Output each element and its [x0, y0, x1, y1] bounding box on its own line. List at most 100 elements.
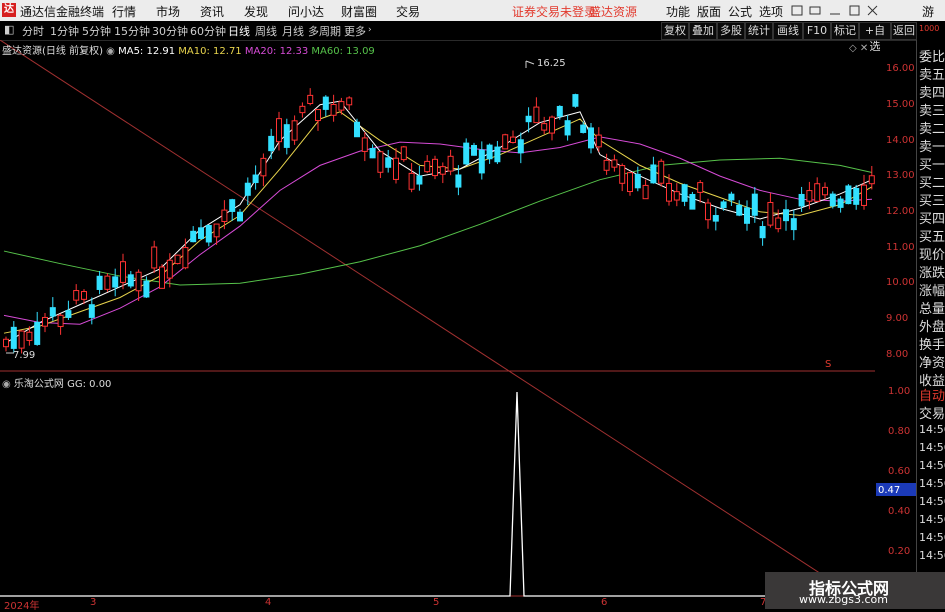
statistics-button[interactable]: 统计 — [745, 22, 773, 40]
sub-current-value: 0.47 — [878, 485, 901, 496]
menu-item-formula[interactable]: 公式 — [728, 3, 752, 20]
candle-body — [471, 144, 477, 156]
multi-stock-button[interactable]: 多股 — [717, 22, 745, 40]
candle-body — [322, 96, 329, 110]
candle-body — [3, 338, 9, 348]
tab-30min[interactable]: 30分钟 — [152, 23, 188, 39]
candle-body — [252, 174, 259, 184]
candle-body — [354, 121, 360, 138]
candle-body — [393, 157, 399, 180]
menu-item-news[interactable]: 资讯 — [200, 3, 224, 20]
sub-legend-icon[interactable]: ◉ — [2, 379, 11, 390]
row-buy3: 买三 — [919, 194, 945, 209]
candle-body — [556, 105, 563, 117]
candle-body — [18, 330, 25, 349]
ma10-line — [3, 111, 873, 334]
moving-average-lines — [3, 100, 873, 345]
menu-item-options[interactable]: 选项 — [759, 3, 783, 20]
x-tick-2024: 2024年 — [4, 601, 40, 612]
tab-timeshare[interactable]: 分时 — [22, 23, 44, 39]
candle-body — [486, 144, 493, 160]
overlay-button[interactable]: 叠加 — [689, 22, 717, 40]
menu-item-quotes[interactable]: 行情 — [112, 3, 136, 20]
tab-5min[interactable]: 5分钟 — [82, 23, 111, 39]
auto-toggle[interactable]: 自动 — [919, 385, 945, 404]
legend-settings-icon[interactable]: ◉ — [106, 46, 115, 57]
candle-body — [759, 226, 766, 239]
candle-body — [697, 182, 704, 193]
candle-body — [34, 321, 41, 345]
kline-chart-area[interactable] — [0, 40, 916, 609]
app-logo-icon: 达 — [2, 3, 16, 17]
menu-item-market[interactable]: 市场 — [156, 3, 180, 20]
sidebar-toggle-icon[interactable]: ◧ — [4, 23, 14, 36]
current-stock-name: 盛达资源 — [589, 5, 638, 19]
tab-monthly[interactable]: 月线 — [282, 23, 304, 39]
candle-body — [533, 106, 540, 124]
candle-body — [369, 147, 376, 159]
candle-body — [42, 316, 48, 327]
tick-time: 14:56 — [919, 549, 945, 562]
tab-more[interactable]: 更多 — [344, 23, 366, 39]
candle-body — [502, 134, 509, 150]
menu-item-discover[interactable]: 发现 — [244, 3, 268, 20]
message-icon[interactable] — [809, 6, 821, 15]
price-axis-divider — [0, 40, 876, 609]
row-outer: 外盘 — [919, 320, 945, 335]
sub-legend: ◉ 乐淘公式网 GG: 0.00 — [2, 375, 111, 390]
sub-y-tick-0-6: 0.60 — [888, 466, 911, 477]
candle-body — [455, 174, 462, 188]
menu-item-wealth[interactable]: 财富圈 — [341, 3, 377, 20]
tab-1min[interactable]: 1分钟 — [50, 23, 79, 39]
more-arrow-icon[interactable]: › — [368, 25, 372, 35]
candle-body — [166, 259, 173, 279]
tab-60min[interactable]: 60分钟 — [190, 23, 226, 39]
candle-body — [205, 224, 212, 243]
row-sell3: 卖三 — [919, 104, 945, 119]
mark-button[interactable]: 标记 — [831, 22, 859, 40]
candle-body — [213, 223, 220, 238]
candle-body — [221, 209, 228, 222]
skin-icon[interactable] — [791, 5, 803, 16]
maximize-icon[interactable] — [849, 5, 860, 16]
tab-weekly[interactable]: 周线 — [255, 23, 277, 39]
candle-body — [868, 175, 875, 185]
candle-body — [510, 136, 516, 143]
candle-body — [276, 118, 282, 143]
row-turnover: 换手 — [919, 338, 945, 353]
tab-daily[interactable]: 日线 — [228, 23, 250, 39]
candle-body — [712, 215, 719, 222]
y-tick-10: 10.00 — [886, 277, 915, 288]
tick-time: 14:56 — [919, 531, 945, 544]
candle-body — [73, 290, 80, 301]
menu-item-trade[interactable]: 交易 — [396, 3, 420, 20]
candle-body — [564, 120, 571, 136]
candle-body — [377, 151, 384, 173]
login-status[interactable]: 证券交易未登录 — [512, 3, 596, 20]
draw-line-button[interactable]: 画线 — [773, 22, 803, 40]
candle-body — [525, 115, 532, 123]
row-buy5: 买五 — [919, 230, 945, 245]
close-icon[interactable] — [867, 5, 878, 16]
tab-multi-period[interactable]: 多周期 — [308, 23, 341, 39]
trade-tab[interactable]: 交易 — [919, 403, 945, 422]
candle-body — [806, 190, 813, 202]
candle-body — [658, 160, 665, 184]
y-tick-8: 8.00 — [886, 349, 909, 360]
x-tick-6: 6 — [601, 597, 608, 608]
candle-body — [829, 193, 836, 207]
candle-body — [432, 158, 438, 177]
f10-button[interactable]: F10 — [803, 22, 831, 40]
adjust-button[interactable]: 复权 — [661, 22, 689, 40]
back-button[interactable]: 返回 — [891, 22, 917, 40]
candle-body — [744, 207, 750, 224]
candle-body — [416, 175, 423, 185]
menu-item-layout[interactable]: 版面 — [697, 3, 721, 20]
candle-body — [634, 173, 641, 189]
tab-15min[interactable]: 15分钟 — [114, 23, 150, 39]
candle-body — [190, 230, 197, 243]
add-watchlist-button[interactable]: +自选 — [859, 22, 891, 53]
menu-item-ask[interactable]: 问小达 — [288, 3, 324, 20]
chart-settings-icon[interactable]: ◇ ✕ — [849, 43, 868, 54]
menu-item-function[interactable]: 功能 — [666, 3, 690, 20]
